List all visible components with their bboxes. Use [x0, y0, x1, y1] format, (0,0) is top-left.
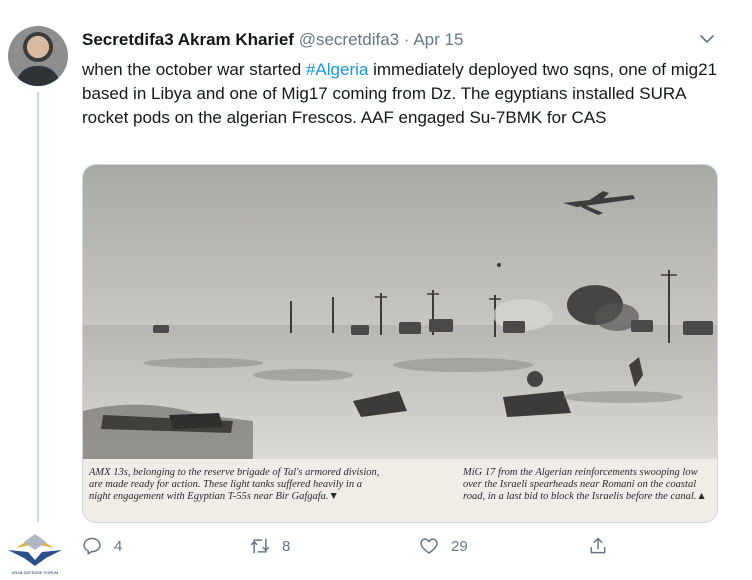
- photo-caption-band: AMX 13s, belonging to the reserve brigad…: [83, 459, 717, 522]
- tweet-text: when the october war started #Algeria im…: [82, 58, 722, 130]
- reply-icon: [83, 537, 101, 555]
- forum-watermark-logo: ARAB DEFENSE FORUM: [8, 534, 62, 575]
- svg-text:ARAB DEFENSE FORUM: ARAB DEFENSE FORUM: [12, 570, 59, 575]
- caption-left: AMX 13s, belonging to the reserve brigad…: [89, 467, 380, 502]
- war-photo: [83, 165, 717, 459]
- share-button[interactable]: [588, 534, 620, 558]
- tweet-actions: 4 8 29: [82, 534, 722, 558]
- thread-line: [37, 92, 39, 522]
- display-name[interactable]: Secretdifa3 Akram Kharief: [82, 30, 294, 49]
- retweet-icon: [250, 538, 270, 554]
- tweet-header: Secretdifa3 Akram Kharief @secretdifa3 ·…: [82, 30, 722, 52]
- like-icon: [420, 538, 438, 554]
- like-count: 29: [451, 537, 468, 555]
- share-icon: [590, 537, 606, 554]
- avatar[interactable]: [8, 26, 68, 86]
- retweet-button[interactable]: 8: [250, 534, 290, 558]
- separator-dot: ·: [403, 30, 410, 49]
- hashtag-link[interactable]: #Algeria: [306, 60, 368, 79]
- caption-right: MiG 17 from the Algerian reinforcements …: [463, 467, 707, 502]
- tweet-text-before: when the october war started: [82, 60, 306, 79]
- tweet-media[interactable]: AMX 13s, belonging to the reserve brigad…: [82, 164, 718, 523]
- user-handle[interactable]: @secretdifa3: [299, 30, 399, 49]
- tweet[interactable]: Secretdifa3 Akram Kharief @secretdifa3 ·…: [0, 0, 752, 580]
- retweet-count: 8: [282, 537, 291, 555]
- avatar-shirt: [16, 66, 60, 86]
- like-button[interactable]: 29: [419, 534, 468, 558]
- tweet-date[interactable]: Apr 15: [413, 30, 463, 49]
- chevron-down-icon[interactable]: [698, 30, 716, 48]
- reply-button[interactable]: 4: [82, 534, 122, 558]
- reply-count: 4: [114, 537, 123, 555]
